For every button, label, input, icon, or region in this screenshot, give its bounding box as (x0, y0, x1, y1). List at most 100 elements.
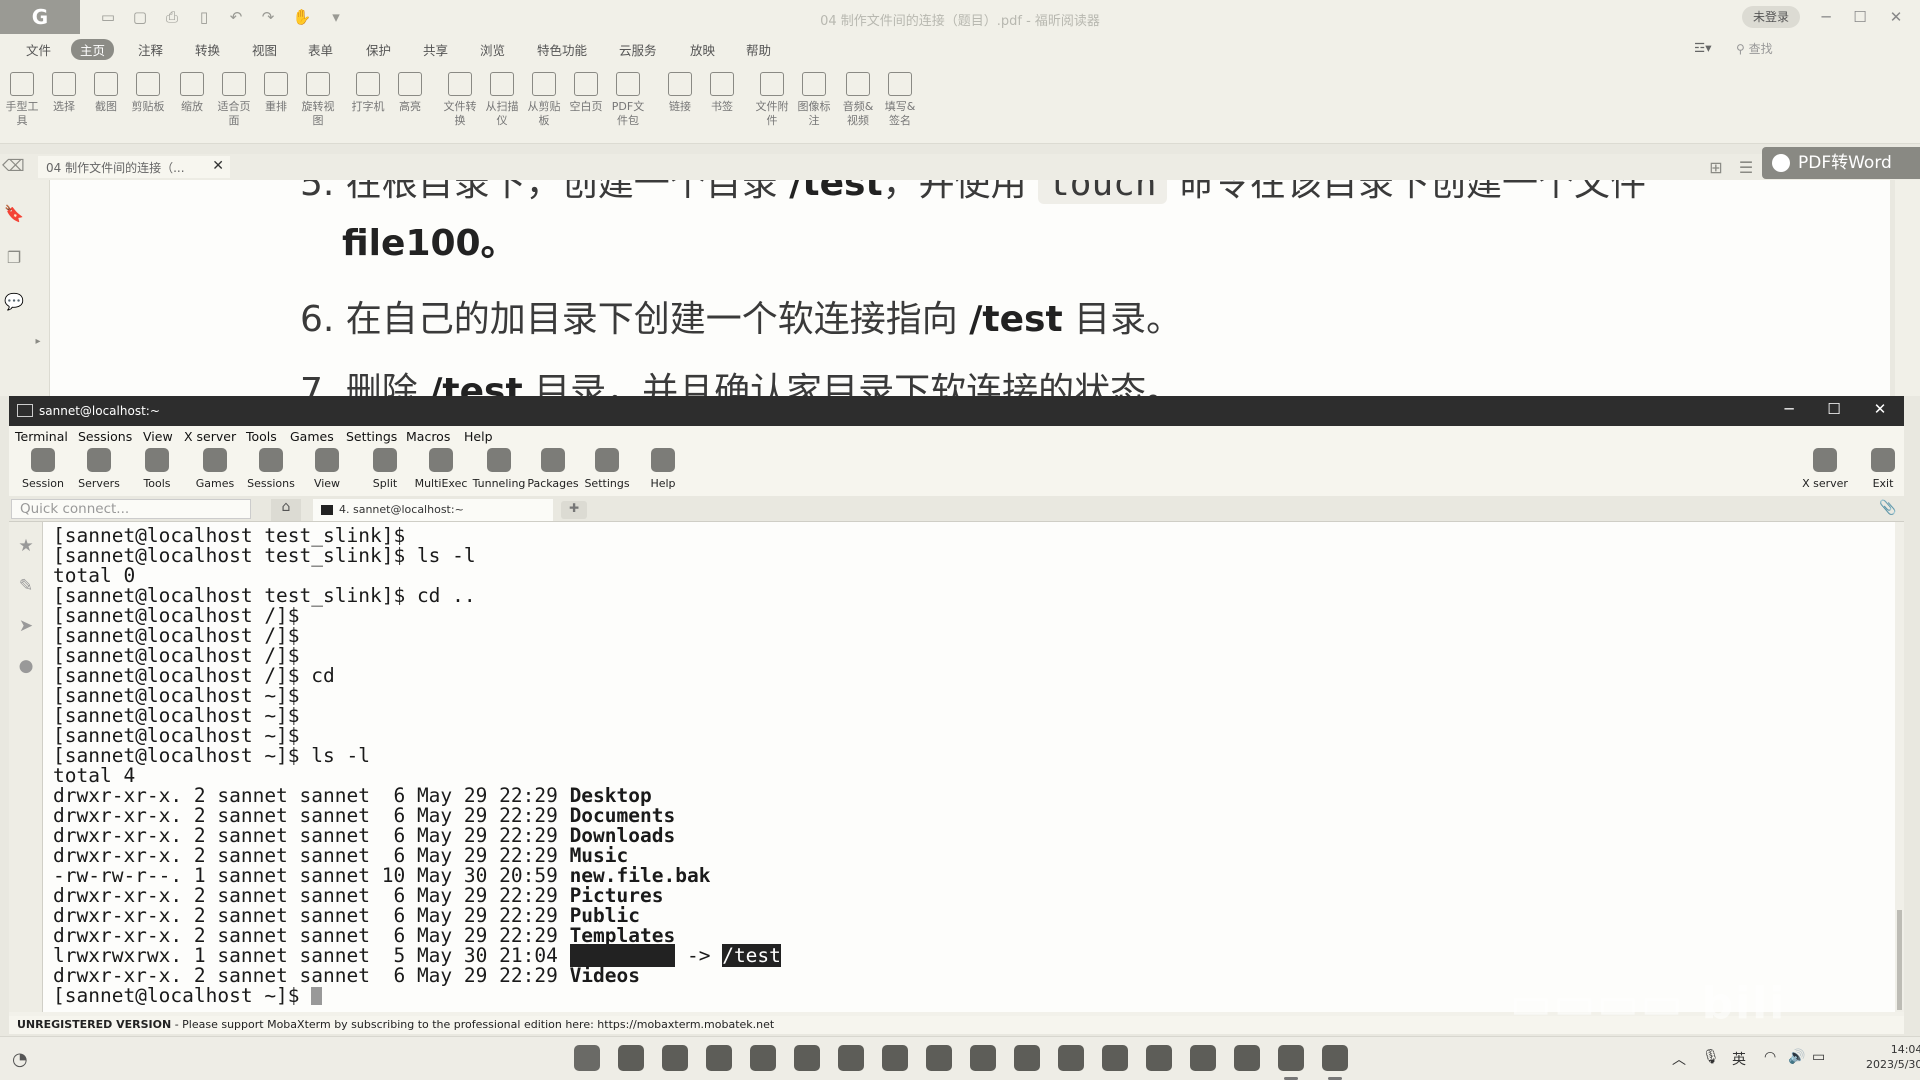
mx-tool-sessions[interactable]: Sessions (243, 448, 299, 490)
menu-protect[interactable]: 保护 (366, 40, 391, 59)
login-button[interactable]: 未登录 (1742, 6, 1800, 28)
bookmark-tool-button[interactable]: 书签 (702, 72, 742, 114)
document-tab[interactable]: 04 制作文件间的连接（... ✕ (38, 156, 230, 178)
mx-menu-games[interactable]: Games (290, 429, 334, 444)
media-icon[interactable] (970, 1045, 996, 1071)
mx-tool-split[interactable]: Split (357, 448, 413, 490)
expand-icon[interactable]: ▸ (28, 336, 48, 356)
menu-convert[interactable]: 转换 (195, 40, 220, 59)
pycharm-icon[interactable] (1190, 1045, 1216, 1071)
mx-maximize-icon[interactable]: ☐ (1824, 400, 1844, 422)
list-view-icon[interactable]: ☰ (1736, 158, 1756, 178)
windows-start-icon[interactable] (574, 1045, 600, 1071)
mx-menu-help[interactable]: Help (464, 429, 493, 444)
paint-icon[interactable] (1146, 1045, 1172, 1071)
menu-comment[interactable]: 注释 (138, 40, 163, 59)
hand-tool-button[interactable]: 手型工具 (2, 72, 42, 128)
menu-slideshow[interactable]: 放映 (690, 40, 715, 59)
mx-tool-tunneling[interactable]: Tunneling (471, 448, 527, 490)
highlight-tool-button[interactable]: 高亮 (390, 72, 430, 114)
macro-icon[interactable]: ➤ (16, 616, 36, 636)
sftp-icon[interactable]: ● (16, 656, 36, 676)
maximize-icon[interactable]: ☐ (1848, 6, 1872, 28)
reflow-tool-button[interactable]: 重排 (256, 72, 296, 114)
virtual-desktop-icon[interactable] (838, 1045, 864, 1071)
mobaxterm-icon[interactable] (1278, 1045, 1304, 1071)
eraser-icon[interactable]: ⌫ (2, 156, 25, 176)
task-view-icon[interactable] (662, 1045, 688, 1071)
image-annotation-tool-button[interactable]: 图像标注 (794, 72, 834, 128)
mx-menu-macros[interactable]: Macros (406, 429, 450, 444)
mx-tool-games[interactable]: Games (187, 448, 243, 490)
tray-overflow-icon[interactable]: ︿ (1672, 1049, 1686, 1069)
app-icon[interactable] (1102, 1045, 1128, 1071)
terminal-tab[interactable]: 4. sannet@localhost:~ (313, 499, 553, 521)
audio-video-tool-button[interactable]: 音频&视频 (838, 72, 878, 128)
terminal-icon[interactable] (750, 1045, 776, 1071)
mx-menu-tools[interactable]: Tools (246, 429, 277, 444)
wechat-icon[interactable] (926, 1045, 952, 1071)
recorder-icon[interactable] (1014, 1045, 1040, 1071)
tab-close-icon[interactable]: ✕ (212, 158, 224, 174)
mx-menu-terminal[interactable]: Terminal (15, 429, 68, 444)
wifi-icon[interactable]: ◠ (1764, 1049, 1776, 1065)
mx-minimize-icon[interactable]: ─ (1779, 400, 1799, 422)
mx-menu-xserver[interactable]: X server (184, 429, 236, 444)
home-tab-icon[interactable]: ⌂ (271, 499, 301, 521)
search-input[interactable]: ⚲ 查找 (1736, 40, 1876, 60)
mx-tool-session[interactable]: Session (15, 448, 71, 490)
pdf-to-word-button[interactable]: PDF转Word (1762, 147, 1920, 179)
bookmark-icon[interactable]: 🔖 (4, 204, 24, 224)
clock[interactable]: 14:04 2023/5/30 (1866, 1042, 1920, 1072)
zoom-tool-button[interactable]: 缩放 (172, 72, 212, 114)
battery-icon[interactable]: ▭ (1812, 1049, 1825, 1065)
volume-icon[interactable]: 🔊 (1788, 1049, 1805, 1065)
widget-icon[interactable]: ◔ (12, 1049, 28, 1070)
pdf-portfolio-tool-button[interactable]: PDF文件包 (608, 72, 648, 128)
layout-icon[interactable]: ☲▾ (1694, 40, 1711, 55)
fill-sign-tool-button[interactable]: 填写&签名 (880, 72, 920, 128)
mx-tool-servers[interactable]: Servers (71, 448, 127, 490)
menu-view[interactable]: 视图 (252, 40, 277, 59)
from-clipboard-tool-button[interactable]: 从剪贴板 (524, 72, 564, 128)
menu-file[interactable]: 文件 (26, 40, 51, 59)
mx-close-icon[interactable]: ✕ (1870, 400, 1890, 422)
quick-connect-input[interactable]: Quick connect... (11, 499, 251, 519)
ime-indicator[interactable]: 英 (1732, 1049, 1746, 1069)
mx-tool-x-server[interactable]: X server (1797, 448, 1853, 490)
menu-share[interactable]: 共享 (423, 40, 448, 59)
file-explorer-icon[interactable] (794, 1045, 820, 1071)
mx-tool-tools[interactable]: Tools (129, 448, 185, 490)
mx-menu-settings[interactable]: Settings (346, 429, 397, 444)
pages-icon[interactable]: ❐ (4, 248, 24, 268)
file-attachment-tool-button[interactable]: 文件附件 (752, 72, 792, 128)
menu-features[interactable]: 特色功能 (537, 40, 587, 59)
terminal-output[interactable]: [sannet@localhost test_slink]$ [sannet@lo… (43, 522, 1895, 1012)
microphone-icon[interactable]: 🎙 (1702, 1049, 1720, 1065)
pdf-scrollbar[interactable] (1895, 180, 1920, 396)
mx-tool-multiexec[interactable]: MultiExec (413, 448, 469, 490)
mx-tool-packages[interactable]: Packages (525, 448, 581, 490)
typewriter-tool-button[interactable]: 打字机 (348, 72, 388, 114)
editor-icon[interactable] (1234, 1045, 1260, 1071)
mx-tool-settings[interactable]: Settings (579, 448, 635, 490)
vscode-icon[interactable] (1058, 1045, 1084, 1071)
mx-menu-view[interactable]: View (143, 429, 173, 444)
file-convert-tool-button[interactable]: 文件转换 (440, 72, 480, 128)
grid-view-icon[interactable]: ⊞ (1706, 158, 1726, 178)
menu-form[interactable]: 表单 (308, 40, 333, 59)
fit-page-tool-button[interactable]: 适合页面 (214, 72, 254, 128)
close-icon[interactable]: ✕ (1884, 6, 1908, 28)
mx-tool-view[interactable]: View (299, 448, 355, 490)
qq-icon[interactable] (882, 1045, 908, 1071)
notes-icon[interactable] (706, 1045, 732, 1071)
rotate-view-tool-button[interactable]: 旋转视图 (298, 72, 338, 128)
comments-icon[interactable]: 💬 (4, 292, 24, 312)
menu-help[interactable]: 帮助 (746, 40, 771, 59)
mx-tool-exit[interactable]: Exit (1855, 448, 1911, 490)
mx-tool-help[interactable]: Help (635, 448, 691, 490)
search-icon[interactable] (618, 1045, 644, 1071)
new-tab-icon[interactable]: ✚ (561, 501, 587, 519)
star-icon[interactable]: ★ (16, 536, 36, 556)
menu-cloud[interactable]: 云服务 (619, 40, 657, 59)
